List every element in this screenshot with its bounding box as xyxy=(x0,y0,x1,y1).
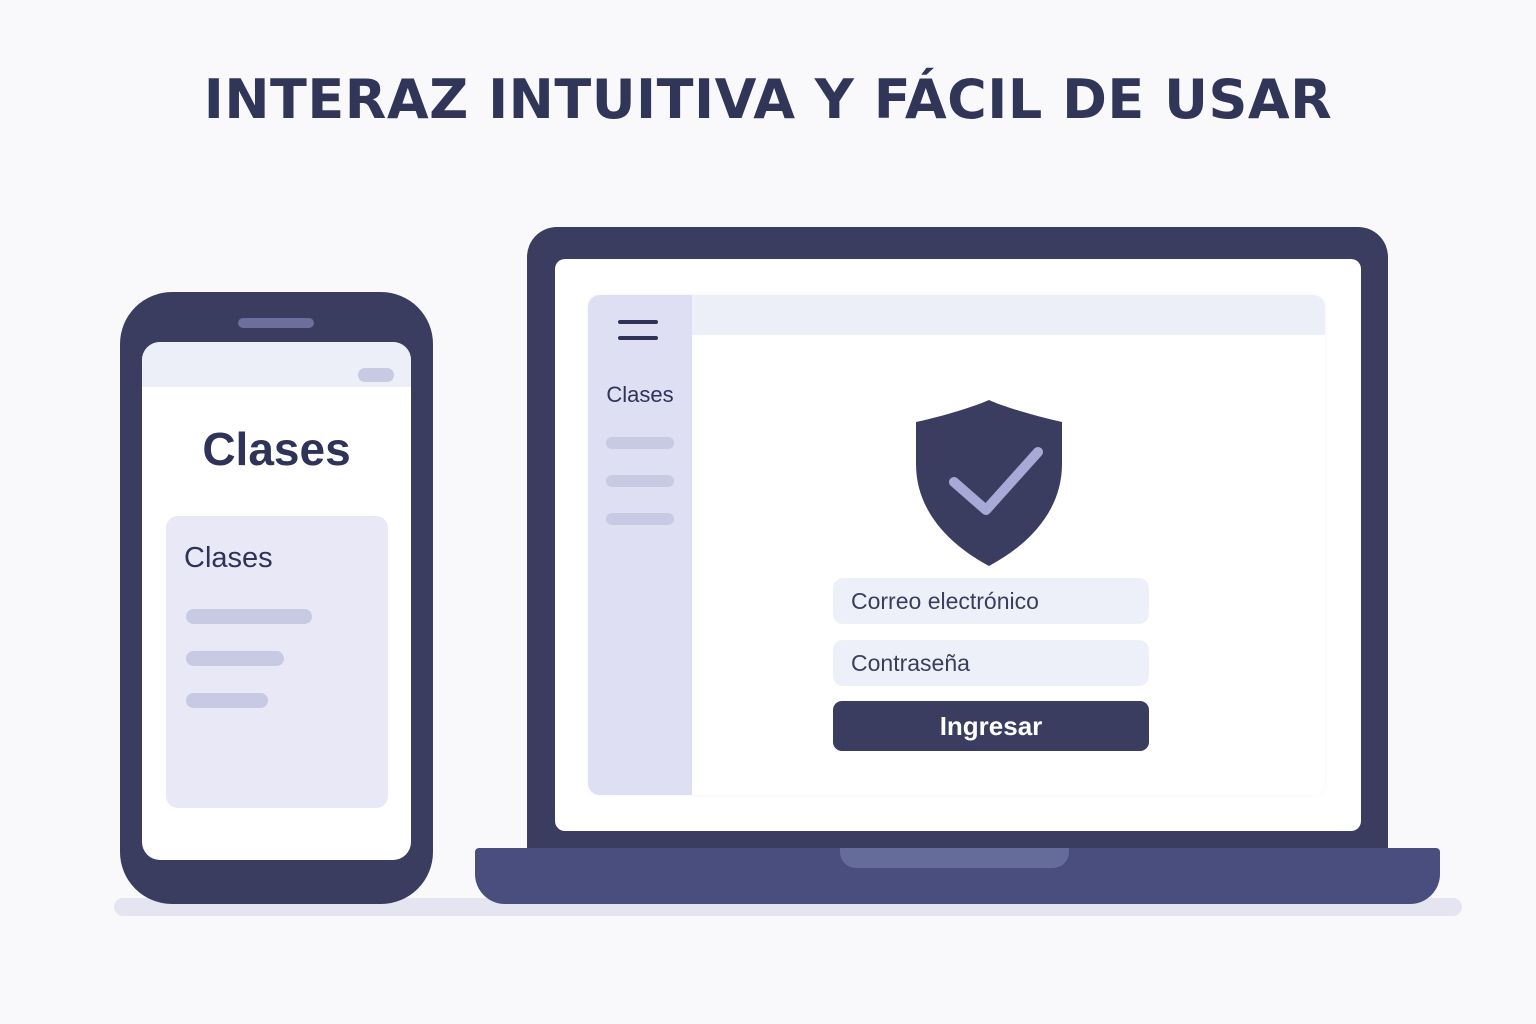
login-button[interactable]: Ingresar xyxy=(833,701,1149,751)
shield-check-icon xyxy=(916,400,1062,566)
email-field[interactable]: Correo electrónico xyxy=(833,578,1149,624)
phone-header-pill[interactable] xyxy=(358,368,394,382)
menu-line xyxy=(618,320,658,324)
page-title: INTERAZ INTUITIVA Y FÁCIL DE USAR xyxy=(203,68,1333,131)
phone-title: Clases xyxy=(202,423,351,475)
app-top-bar xyxy=(692,295,1325,335)
sidebar-placeholder-item[interactable] xyxy=(606,475,674,487)
app-sidebar xyxy=(588,295,692,795)
sidebar-placeholder-item[interactable] xyxy=(606,437,674,449)
phone-placeholder-line xyxy=(186,609,312,624)
password-field[interactable]: Contraseña xyxy=(833,640,1149,686)
sidebar-item-clases[interactable]: Clases xyxy=(594,380,686,410)
laptop-trackpad-notch xyxy=(840,848,1069,868)
shield-shape xyxy=(916,400,1062,566)
hamburger-menu-icon[interactable] xyxy=(618,320,658,342)
phone-placeholder-line xyxy=(186,693,268,708)
menu-line xyxy=(618,336,658,340)
phone-speaker xyxy=(238,318,314,328)
sidebar-placeholder-item[interactable] xyxy=(606,513,674,525)
phone-placeholder-line xyxy=(186,651,284,666)
phone-card-title: Clases xyxy=(184,542,273,574)
